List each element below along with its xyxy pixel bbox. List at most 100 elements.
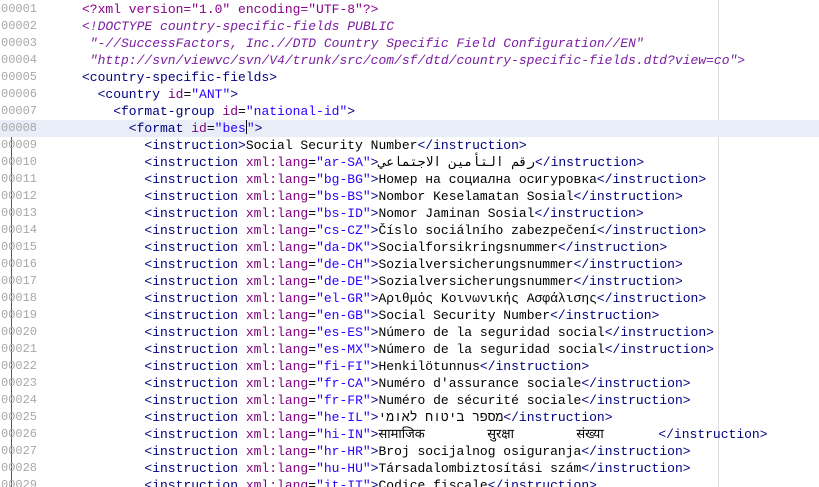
equals: =	[308, 257, 317, 272]
equals: =	[308, 274, 317, 289]
tag-close-bracket: >	[230, 87, 239, 102]
code-line[interactable]: 00025 <instruction xml:lang="he-IL">מספר …	[0, 409, 819, 426]
code-line[interactable]: 00022 <instruction xml:lang="fi-FI">Henki…	[0, 358, 819, 375]
doctype-declaration: <!DOCTYPE country-specific-fields PUBLIC	[82, 19, 395, 34]
code-text: <format id="bes">	[128, 120, 262, 137]
attribute-name: xml:lang	[245, 206, 309, 221]
attribute-value: "bes	[214, 121, 246, 136]
tag-close-bracket: >	[238, 138, 246, 153]
attribute-name: xml:lang	[245, 325, 309, 340]
line-number: 00022	[1, 359, 38, 373]
instruction-close-tag: </instruction>	[604, 325, 714, 340]
code-text: <instruction xml:lang="da-DK">Socialfors…	[144, 239, 667, 256]
instruction-text: Social Security Number	[378, 308, 551, 323]
code-line[interactable]: 00004 "http://svn/viewvc/svn/V4/trunk/src…	[0, 52, 819, 69]
code-text: <instruction xml:lang="fr-CA">Numéro d'a…	[144, 375, 690, 392]
instruction-close-tag: </instruction>	[534, 155, 645, 170]
code-line[interactable]: 00029 <instruction xml:lang="it-IT">Codic…	[0, 477, 819, 487]
instruction-text: מספר ביטוח לאומי	[378, 410, 504, 425]
attribute-value: "hr-HR"	[316, 444, 371, 459]
line-number: 00009	[1, 138, 38, 152]
line-number: 00021	[1, 342, 38, 356]
line-number: 00018	[1, 291, 38, 305]
equals: =	[308, 376, 317, 391]
instruction-open-tag: <instruction	[144, 138, 239, 153]
instruction-close-tag: </instruction>	[487, 478, 597, 487]
line-number: 00011	[1, 172, 38, 186]
instruction-close-tag: </instruction>	[573, 189, 683, 204]
equals: =	[308, 410, 317, 425]
code-line[interactable]: 00001 <?xml version="1.0" encoding="UTF-8…	[0, 1, 819, 18]
instruction-text: Henkilötunnus	[378, 359, 480, 374]
doctype-declaration: "http://svn/viewvc/svn/V4/trunk/src/com/…	[89, 53, 746, 68]
code-text: <instruction xml:lang="en-GB">Social Sec…	[144, 307, 659, 324]
instruction-close-tag: </instruction>	[596, 172, 707, 187]
code-line[interactable]: 00017 <instruction xml:lang="de-DE">Sozia…	[0, 273, 819, 290]
code-line[interactable]: 00006 <country id="ANT">	[0, 86, 819, 103]
attribute-name: xml:lang	[245, 410, 309, 425]
code-line[interactable]: 00005 <country-specific-fields>	[0, 69, 819, 86]
code-line[interactable]: 00008 <format id="bes">	[0, 120, 819, 137]
attribute-value: "ANT"	[191, 87, 231, 102]
code-line[interactable]: 00010 <instruction xml:lang="ar-SA">رقم ا…	[0, 154, 819, 171]
code-line[interactable]: 00002 <!DOCTYPE country-specific-fields P…	[0, 18, 819, 35]
code-line[interactable]: 00027 <instruction xml:lang="hr-HR">Broj …	[0, 443, 819, 460]
tag-name: <format	[128, 121, 184, 136]
attribute-name: xml:lang	[245, 376, 309, 391]
code-line[interactable]: 00013 <instruction xml:lang="bs-ID">Nomor…	[0, 205, 819, 222]
code-line[interactable]: 00016 <instruction xml:lang="de-CH">Sozia…	[0, 256, 819, 273]
code-line[interactable]: 00014 <instruction xml:lang="cs-CZ">Číslo…	[0, 222, 819, 239]
code-line[interactable]: 00019 <instruction xml:lang="en-GB">Socia…	[0, 307, 819, 324]
equals: =	[308, 240, 317, 255]
code-text: <instruction xml:lang="ar-SA">رقم التأمي…	[144, 154, 644, 171]
attribute-value: "he-IL"	[316, 410, 371, 425]
code-line[interactable]: 00007 <format-group id="national-id">	[0, 103, 819, 120]
code-line[interactable]: 00012 <instruction xml:lang="bs-BS">Nombo…	[0, 188, 819, 205]
attribute-name: xml:lang	[245, 461, 309, 476]
code-text: <country-specific-fields>	[82, 69, 277, 86]
code-line[interactable]: 00024 <instruction xml:lang="fr-FR">Numér…	[0, 392, 819, 409]
attribute-name: xml:lang	[245, 257, 309, 272]
code-line[interactable]: 00026 <instruction xml:lang="hi-IN">सामाज…	[0, 426, 819, 443]
code-text: <!DOCTYPE country-specific-fields PUBLIC	[82, 18, 394, 35]
attribute-name: xml:lang	[245, 189, 309, 204]
line-number: 00007	[1, 104, 38, 118]
attribute-name: xml:lang	[245, 478, 309, 487]
code-line[interactable]: 00021 <instruction xml:lang="es-MX">Númer…	[0, 341, 819, 358]
code-line[interactable]: 00003 "-//SuccessFactors, Inc.//DTD Count…	[0, 35, 819, 52]
instruction-open-tag: <instruction	[144, 410, 239, 425]
line-number: 00002	[1, 19, 38, 33]
line-number: 00026	[1, 427, 38, 441]
equals: =	[308, 427, 317, 442]
attribute-value: "es-MX"	[316, 342, 371, 357]
code-text: <?xml version="1.0" encoding="UTF-8"?>	[82, 1, 378, 18]
xml-code-editor[interactable]: 00001 <?xml version="1.0" encoding="UTF-8…	[0, 0, 819, 487]
code-line[interactable]: 00018 <instruction xml:lang="el-GR">Αριθμ…	[0, 290, 819, 307]
equals: =	[308, 206, 317, 221]
instruction-text: Socialforsikringsnummer	[378, 240, 558, 255]
instruction-close-tag: </instruction>	[573, 274, 683, 289]
equals: =	[308, 478, 317, 487]
instruction-text: Social Security Number	[245, 138, 418, 153]
line-number: 00016	[1, 257, 38, 271]
code-line[interactable]: 00023 <instruction xml:lang="fr-CA">Numér…	[0, 375, 819, 392]
attribute-name: xml:lang	[245, 223, 309, 238]
line-number: 00017	[1, 274, 38, 288]
code-line[interactable]: 00009 <instruction>Social Security Number…	[0, 137, 819, 154]
instruction-text: Nomor Jaminan Sosial	[378, 206, 535, 221]
line-number: 00028	[1, 461, 38, 475]
line-number: 00006	[1, 87, 38, 101]
code-line[interactable]: 00011 <instruction xml:lang="bg-BG">Номер…	[0, 171, 819, 188]
equals: =	[308, 393, 317, 408]
code-line[interactable]: 00015 <instruction xml:lang="da-DK">Socia…	[0, 239, 819, 256]
code-line[interactable]: 00020 <instruction xml:lang="es-ES">Númer…	[0, 324, 819, 341]
code-text: <instruction xml:lang="el-GR">Αριθμός Κο…	[144, 290, 706, 307]
code-line[interactable]: 00028 <instruction xml:lang="hu-HU">Társa…	[0, 460, 819, 477]
